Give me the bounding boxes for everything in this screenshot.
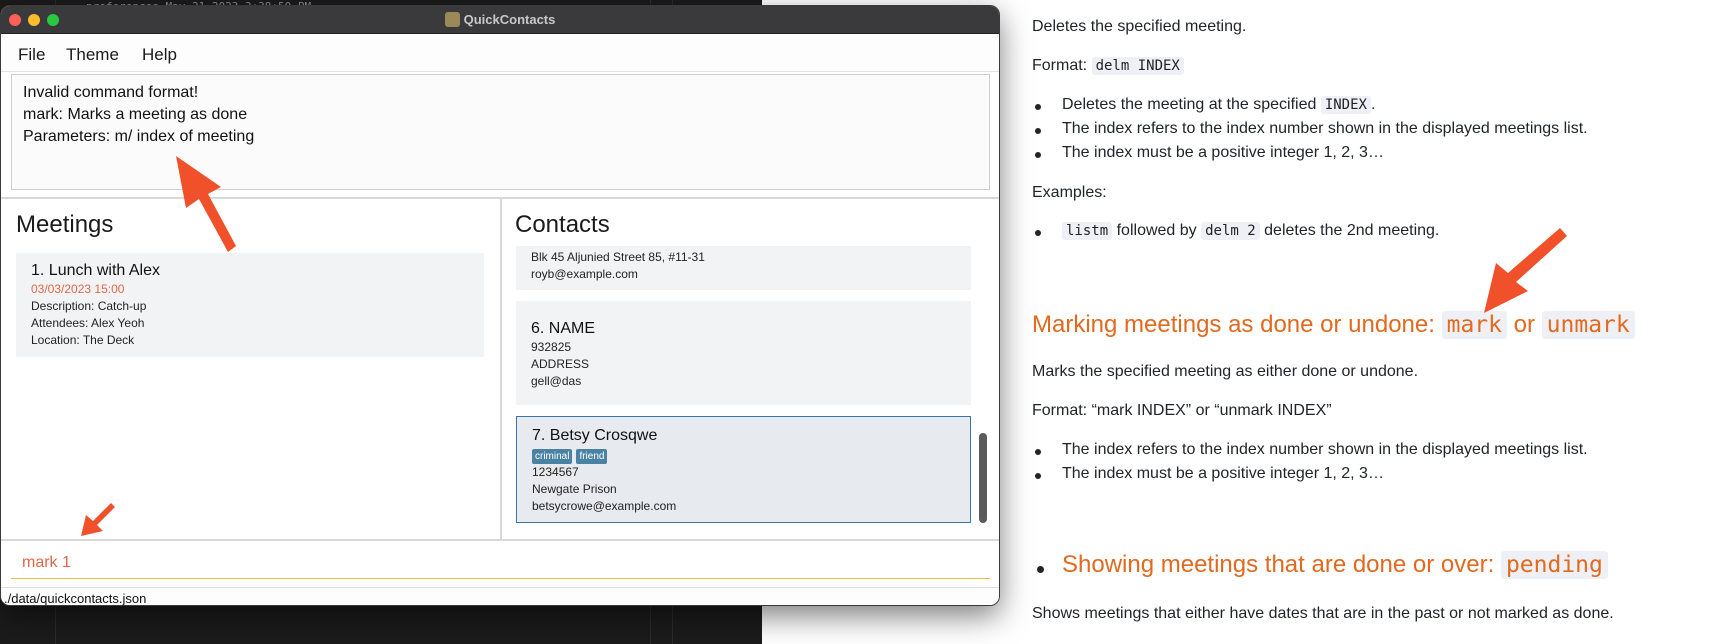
contacts-title: Contacts <box>515 211 610 238</box>
menu-theme[interactable]: Theme <box>66 45 119 65</box>
heading-text: Marking meetings as done or undone: <box>1032 311 1435 338</box>
contact-tags: criminal friend <box>532 446 955 464</box>
annotation-arrow <box>81 503 115 536</box>
bullet <box>1035 449 1041 455</box>
contact-card[interactable]: 6. NAME 932825 ADDRESS gell@das <box>516 301 971 405</box>
contact-address: Blk 45 Aljunied Street 85, #11-31 <box>531 250 705 264</box>
contact-name: 6. NAME <box>531 320 596 337</box>
contact-phone: 932825 <box>531 340 572 354</box>
format-label: Format: <box>1032 57 1088 74</box>
contact-phone: 1234567 <box>532 465 579 479</box>
result-display[interactable]: Invalid command format! mark: Marks a me… <box>11 74 990 190</box>
contact-name: 7. Betsy Crosqwe <box>532 427 658 444</box>
example-text: followed by <box>1116 222 1197 239</box>
meeting-datetime: 03/03/2023 15:00 <box>31 282 125 296</box>
delete-bullet-3: The index must be a positive integer 1, … <box>1062 144 1384 161</box>
contacts-list[interactable]: Blk 45 Aljunied Street 85, #11-31 royb@e… <box>516 246 971 526</box>
meeting-title: 1. Lunch with Alex <box>31 262 160 279</box>
bullet <box>1035 473 1041 479</box>
delm-code: delm 2 <box>1201 222 1260 240</box>
example-text: deletes the 2nd meeting. <box>1264 222 1440 239</box>
mark-bullet-2: The index must be a positive integer 1, … <box>1062 465 1384 482</box>
meeting-description: Description: Catch-up <box>31 299 147 313</box>
contact-card-selected[interactable]: 7. Betsy Crosqwe criminal friend 1234567 … <box>516 416 971 523</box>
delete-format-line: Format: delm INDEX <box>1032 57 1184 75</box>
command-divider <box>1 539 999 541</box>
contact-address: Newgate Prison <box>532 482 617 496</box>
mark-description: Marks the specified meeting as either do… <box>1032 363 1419 380</box>
tag-friend: friend <box>576 449 608 464</box>
data-file-path: ./data/quickcontacts.json <box>4 591 147 606</box>
contacts-scrollbar[interactable] <box>979 433 987 523</box>
annotation-arrow <box>1484 228 1567 313</box>
bullet-period: . <box>1370 96 1376 113</box>
result-line: Parameters: m/ index of meeting <box>23 128 255 145</box>
delete-bullet-2: The index refers to the index number sho… <box>1062 120 1588 137</box>
meeting-attendees: Attendees: Alex Yeoh <box>31 316 145 330</box>
contact-email: gell@das <box>531 374 582 388</box>
command-input[interactable]: mark 1 <box>11 549 990 579</box>
delete-format-code: delm INDEX <box>1091 57 1184 75</box>
result-line: mark: Marks a meeting as done <box>23 106 248 123</box>
mark-bullet-1: The index refers to the index number sho… <box>1062 441 1588 458</box>
listm-code: listm <box>1062 222 1113 240</box>
heading-text: Showing meetings that are done or over: <box>1062 551 1495 578</box>
tag-criminal: criminal <box>532 449 573 464</box>
pending-heading: Showing meetings that are done or over: … <box>1062 551 1608 579</box>
result-line: Invalid command format! <box>23 84 199 101</box>
status-bar: ./data/quickcontacts.json <box>1 587 999 606</box>
bullet <box>1035 128 1041 134</box>
meeting-card[interactable]: 1. Lunch with Alex 03/03/2023 15:00 Desc… <box>16 253 484 357</box>
window-title: QuickContacts <box>1 12 999 27</box>
examples-label: Examples: <box>1032 184 1107 201</box>
contact-email: royb@example.com <box>531 267 638 281</box>
meeting-location: Location: The Deck <box>31 333 135 347</box>
menu-file[interactable]: File <box>18 45 45 65</box>
app-icon <box>444 12 460 27</box>
menu-bar: File Theme Help <box>1 34 999 72</box>
contact-address: ADDRESS <box>531 357 590 371</box>
menu-help[interactable]: Help <box>142 45 177 65</box>
annotation-arrow <box>176 156 236 252</box>
delete-bullet-1: Deletes the meeting at the specified IND… <box>1062 96 1375 114</box>
mark-format: Format: “mark INDEX” or “unmark INDEX” <box>1032 402 1332 419</box>
bullet-text: Deletes the meeting at the specified <box>1062 96 1317 113</box>
pane-divider[interactable] <box>500 199 502 539</box>
bullet <box>1035 230 1041 236</box>
pending-description: Shows meetings that either have dates th… <box>1032 605 1614 622</box>
example-line: listm followed by delm 2 deletes the 2nd… <box>1062 222 1439 240</box>
quickcontacts-window: QuickContacts File Theme Help Invalid co… <box>0 5 1000 606</box>
delete-description: Deletes the specified meeting. <box>1032 18 1247 35</box>
bullet <box>1035 104 1041 110</box>
pending-code: pending <box>1500 551 1608 579</box>
index-code: INDEX <box>1320 96 1371 114</box>
meetings-title: Meetings <box>16 211 114 238</box>
window-title-text: QuickContacts <box>463 12 556 27</box>
bullet <box>1035 152 1041 158</box>
contact-email: betsycrowe@example.com <box>532 499 677 513</box>
title-bar[interactable]: QuickContacts <box>1 6 999 34</box>
contact-card[interactable]: Blk 45 Aljunied Street 85, #11-31 royb@e… <box>516 246 971 290</box>
bullet <box>1037 566 1044 573</box>
